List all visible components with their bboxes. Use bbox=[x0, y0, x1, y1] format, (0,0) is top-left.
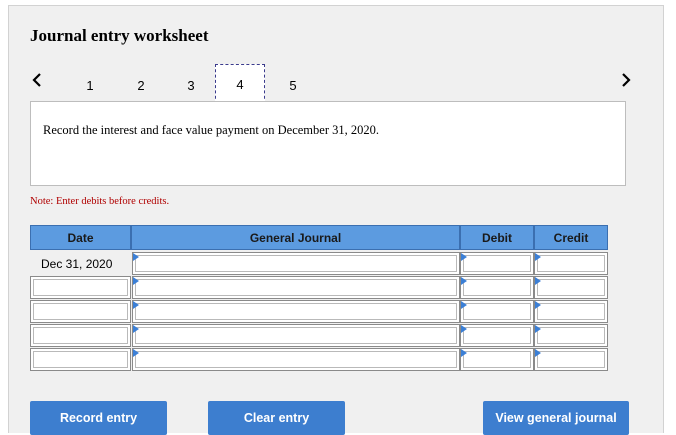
triangle-marker-icon bbox=[133, 301, 139, 309]
date-select[interactable] bbox=[30, 324, 131, 347]
triangle-marker-icon bbox=[535, 349, 541, 357]
page-4-tab[interactable]: 4 bbox=[215, 64, 265, 104]
view-general-journal-button[interactable]: View general journal bbox=[483, 401, 629, 435]
prev-page-button[interactable] bbox=[27, 68, 47, 92]
credit-input[interactable] bbox=[534, 300, 608, 323]
date-select[interactable] bbox=[30, 300, 131, 323]
account-input[interactable] bbox=[132, 276, 460, 299]
prompt-text: Record the interest and face value payme… bbox=[43, 123, 379, 137]
date-value: Dec 31, 2020 bbox=[41, 257, 113, 271]
triangle-marker-icon bbox=[133, 253, 139, 261]
page-5-tab[interactable]: 5 bbox=[279, 66, 307, 104]
account-input[interactable] bbox=[132, 348, 460, 371]
prompt-box: Record the interest and face value payme… bbox=[30, 101, 626, 186]
triangle-marker-icon bbox=[535, 277, 541, 285]
page-3-tab[interactable]: 3 bbox=[177, 66, 205, 104]
triangle-marker-icon bbox=[535, 301, 541, 309]
triangle-marker-icon bbox=[133, 277, 139, 285]
date-header: Date bbox=[30, 225, 131, 250]
triangle-marker-icon bbox=[133, 349, 139, 357]
page-2-tab[interactable]: 2 bbox=[127, 66, 155, 104]
triangle-marker-icon bbox=[461, 253, 467, 261]
debit-input[interactable] bbox=[460, 276, 534, 299]
account-input[interactable] bbox=[132, 252, 460, 275]
account-input[interactable] bbox=[132, 300, 460, 323]
triangle-marker-icon bbox=[461, 325, 467, 333]
date-select[interactable] bbox=[30, 276, 131, 299]
worksheet-title: Journal entry worksheet bbox=[30, 26, 209, 45]
chevron-right-icon bbox=[622, 73, 631, 87]
debit-input[interactable] bbox=[460, 324, 534, 347]
debit-input[interactable] bbox=[460, 300, 534, 323]
triangle-marker-icon bbox=[461, 277, 467, 285]
debit-header: Debit bbox=[460, 225, 534, 250]
triangle-marker-icon bbox=[461, 301, 467, 309]
credit-header: Credit bbox=[534, 225, 608, 250]
chevron-left-icon bbox=[32, 73, 41, 87]
debit-input[interactable] bbox=[460, 348, 534, 371]
triangle-marker-icon bbox=[535, 253, 541, 261]
worksheet-panel: Journal entry worksheet 1 2 3 4 5 Record… bbox=[8, 5, 664, 435]
credit-input[interactable] bbox=[534, 324, 608, 347]
next-page-button[interactable] bbox=[616, 68, 636, 92]
account-input[interactable] bbox=[132, 324, 460, 347]
triangle-marker-icon bbox=[461, 349, 467, 357]
credit-input[interactable] bbox=[534, 252, 608, 275]
general-journal-header: General Journal bbox=[131, 225, 460, 250]
triangle-marker-icon bbox=[535, 325, 541, 333]
record-entry-button[interactable]: Record entry bbox=[30, 401, 167, 435]
date-select[interactable] bbox=[30, 348, 131, 371]
credit-input[interactable] bbox=[534, 276, 608, 299]
triangle-marker-icon bbox=[133, 325, 139, 333]
clear-entry-button[interactable]: Clear entry bbox=[208, 401, 345, 435]
debit-input[interactable] bbox=[460, 252, 534, 275]
credit-input[interactable] bbox=[534, 348, 608, 371]
page-1-tab[interactable]: 1 bbox=[76, 66, 104, 104]
date-cell: Dec 31, 2020 bbox=[30, 252, 131, 275]
note-text: Note: Enter debits before credits. bbox=[30, 196, 170, 207]
